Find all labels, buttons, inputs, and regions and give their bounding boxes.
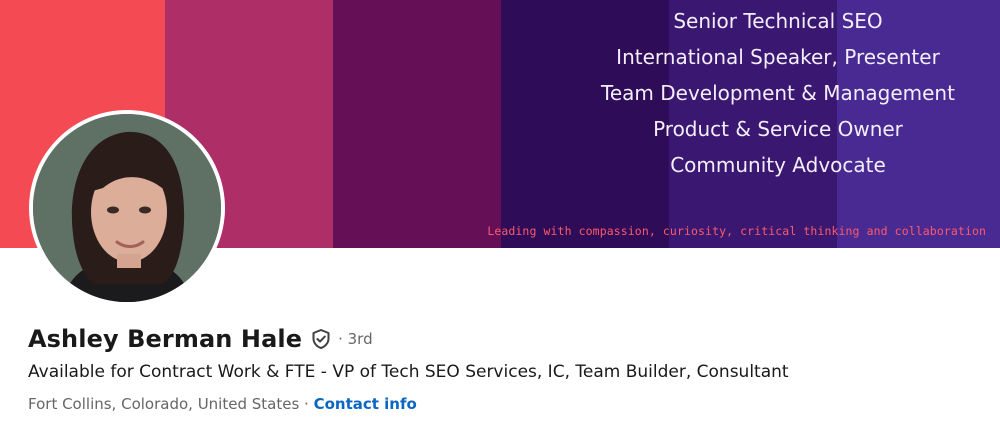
profile-headline: Available for Contract Work & FTE - VP o… — [28, 362, 789, 382]
profile-photo[interactable] — [29, 110, 225, 306]
location-row: Fort Collins, Colorado, United States · … — [28, 393, 417, 415]
connection-degree: · 3rd — [338, 330, 373, 348]
profile-location: Fort Collins, Colorado, United States — [28, 395, 300, 413]
shield-check-icon[interactable] — [310, 328, 332, 350]
banner-stripe — [333, 0, 501, 248]
avatar — [33, 114, 221, 302]
name-row: Ashley Berman Hale · 3rd — [28, 322, 373, 356]
banner-motto: Leading with compassion, curiosity, crit… — [487, 224, 986, 238]
banner-tagline: Senior Technical SEO — [673, 9, 883, 33]
separator-dot: · — [299, 395, 314, 413]
banner-tagline: Team Development & Management — [601, 81, 955, 105]
profile-name: Ashley Berman Hale — [28, 325, 303, 353]
avatar-portrait-icon — [33, 114, 221, 302]
banner-tagline: Product & Service Owner — [653, 117, 903, 141]
banner-tagline: Community Advocate — [670, 153, 886, 177]
banner-tagline: International Speaker, Presenter — [616, 45, 940, 69]
contact-info-link[interactable]: Contact info — [314, 395, 417, 413]
banner-tagline-list: Senior Technical SEO International Speak… — [560, 3, 996, 183]
